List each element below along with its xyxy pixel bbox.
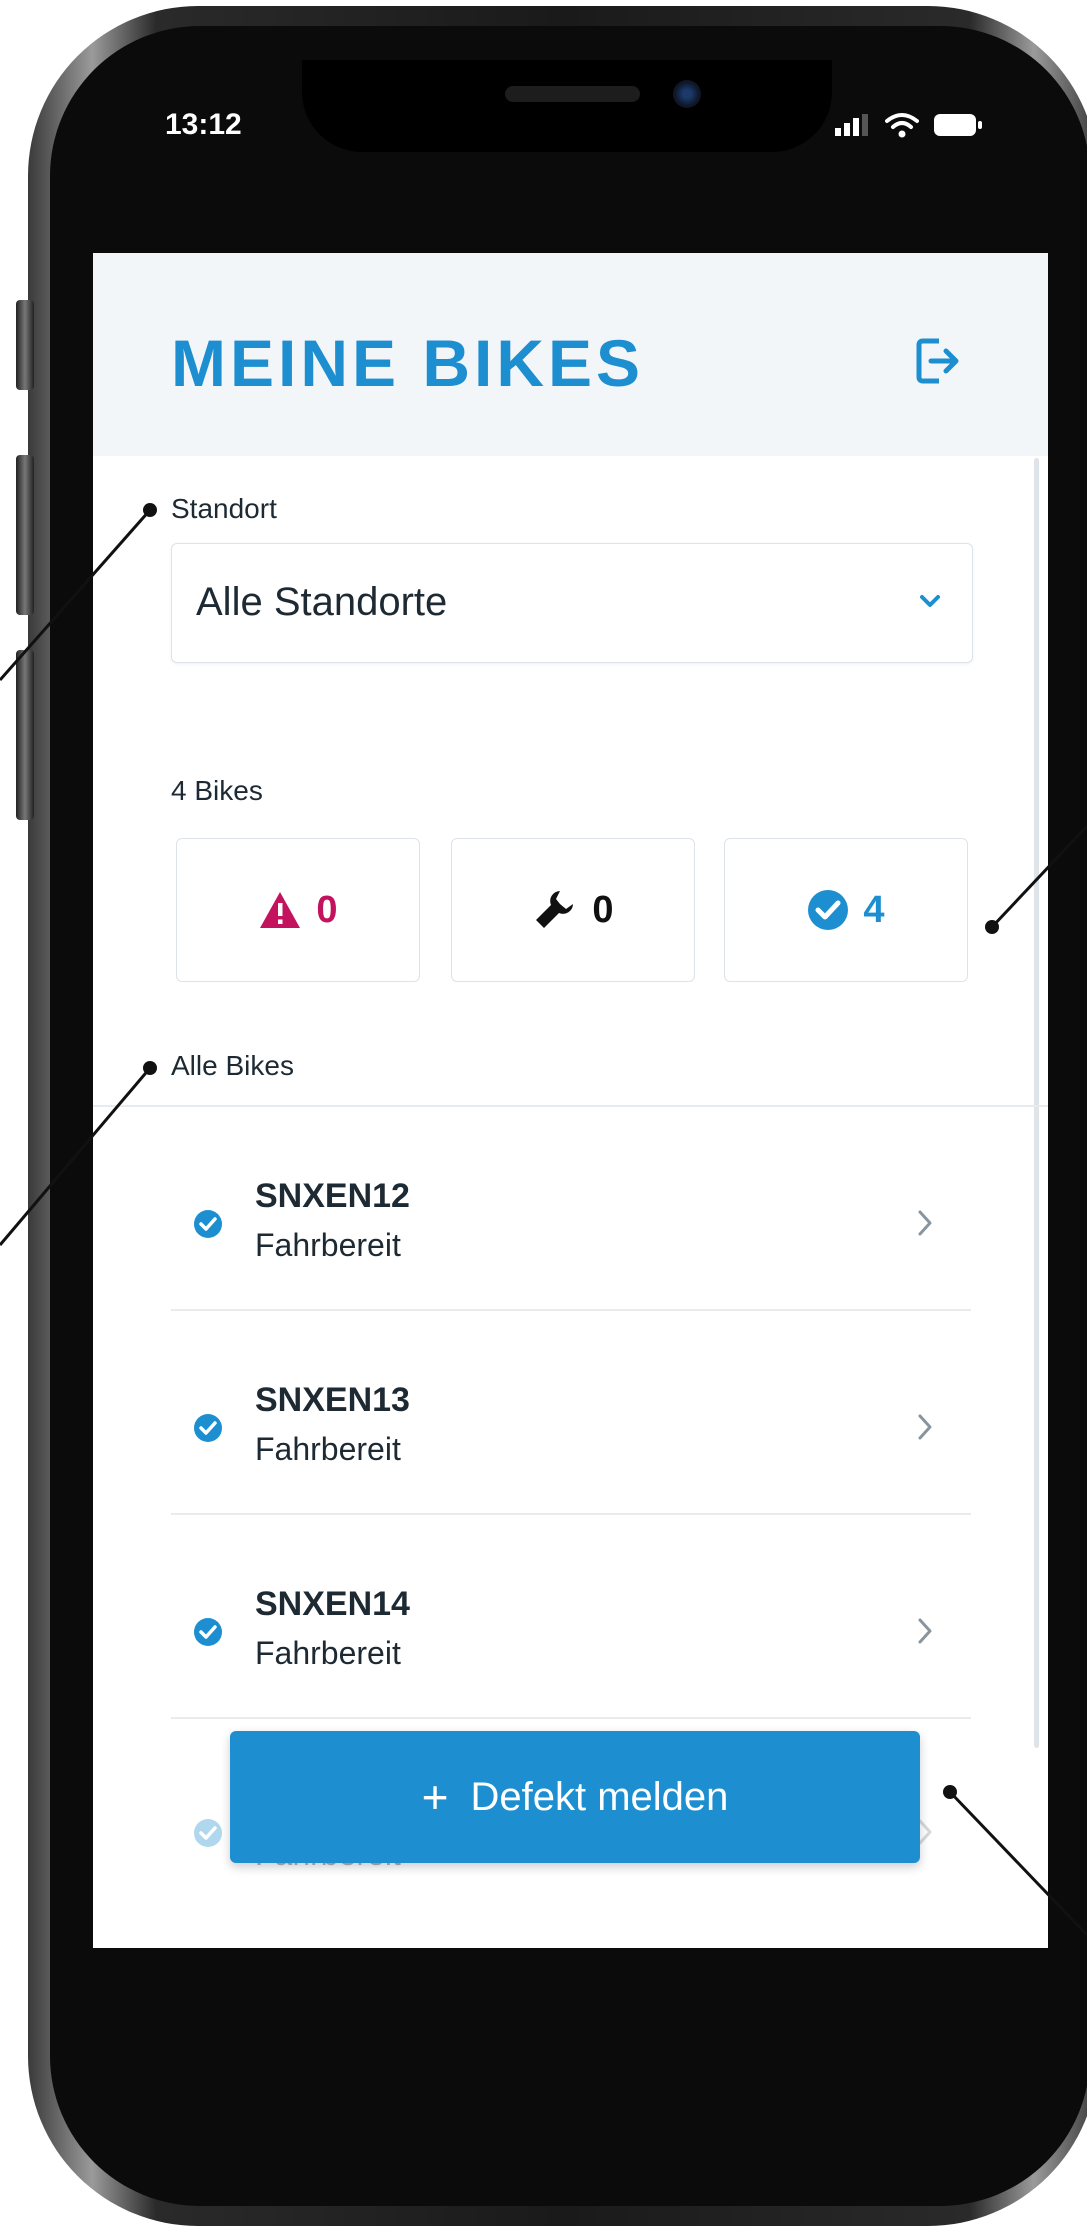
bike-row-snxen14[interactable]: SNXEN14 Fahrbereit [171, 1547, 971, 1719]
phone-volume-up-button [16, 455, 34, 615]
bike-status: Fahrbereit [255, 1431, 401, 1467]
stat-defects-value: 0 [316, 888, 338, 931]
stat-card-repair[interactable]: 0 [451, 838, 695, 982]
report-defect-label: Defekt melden [470, 1774, 729, 1819]
stat-repair-value: 0 [592, 888, 614, 931]
location-select-value: Alle Standorte [196, 580, 448, 624]
report-defect-button[interactable]: + Defekt melden [230, 1731, 920, 1863]
bike-row-snxen13[interactable]: SNXEN13 Fahrbereit [171, 1343, 971, 1515]
scrollbar[interactable] [1034, 458, 1039, 1748]
bike-name: SNXEN14 [255, 1585, 410, 1623]
status-icons [835, 112, 983, 138]
plus-icon: + [421, 1771, 449, 1823]
chevron-right-icon [918, 1618, 932, 1644]
wifi-icon [885, 113, 919, 138]
check-circle-icon [194, 1618, 222, 1646]
stat-card-ready[interactable]: 4 [724, 838, 968, 982]
check-circle-icon [194, 1414, 222, 1442]
bike-status: Fahrbereit [255, 1227, 401, 1263]
check-circle-icon [194, 1819, 222, 1847]
speaker-grill [505, 86, 640, 102]
bike-status: Fahrbereit [255, 1635, 401, 1671]
phone-notch [302, 60, 832, 152]
front-camera [673, 80, 701, 108]
battery-icon [934, 114, 982, 136]
app-screen: MEINE BIKES Standort Alle Standorte 4 Bi… [93, 253, 1048, 1948]
check-circle-icon [808, 890, 849, 930]
app-header: MEINE BIKES [93, 253, 1048, 456]
phone-mute-switch [16, 300, 34, 390]
chevron-right-icon [918, 1210, 932, 1236]
chevron-down-icon [920, 595, 940, 607]
stat-card-defects[interactable]: 0 [176, 838, 420, 982]
warning-icon [260, 892, 301, 928]
phone-volume-down-button [16, 650, 34, 820]
wrench-icon [536, 891, 574, 928]
bike-name: SNXEN13 [255, 1381, 410, 1419]
bike-name: SNXEN12 [255, 1177, 410, 1215]
status-time: 13:12 [165, 108, 242, 141]
stat-ready-value: 4 [863, 888, 885, 931]
location-label: Standort [171, 493, 277, 524]
bike-row-snxen12[interactable]: SNXEN12 Fahrbereit [171, 1139, 971, 1311]
chevron-right-icon [918, 1414, 932, 1440]
check-circle-icon [194, 1210, 222, 1238]
list-label: Alle Bikes [171, 1050, 294, 1081]
location-select[interactable]: Alle Standorte [171, 543, 973, 663]
bike-count: 4 Bikes [171, 775, 263, 806]
divider [93, 1105, 1048, 1107]
page-title: MEINE BIKES [171, 326, 645, 400]
signal-icon [835, 114, 868, 136]
logout-icon[interactable] [915, 335, 963, 387]
